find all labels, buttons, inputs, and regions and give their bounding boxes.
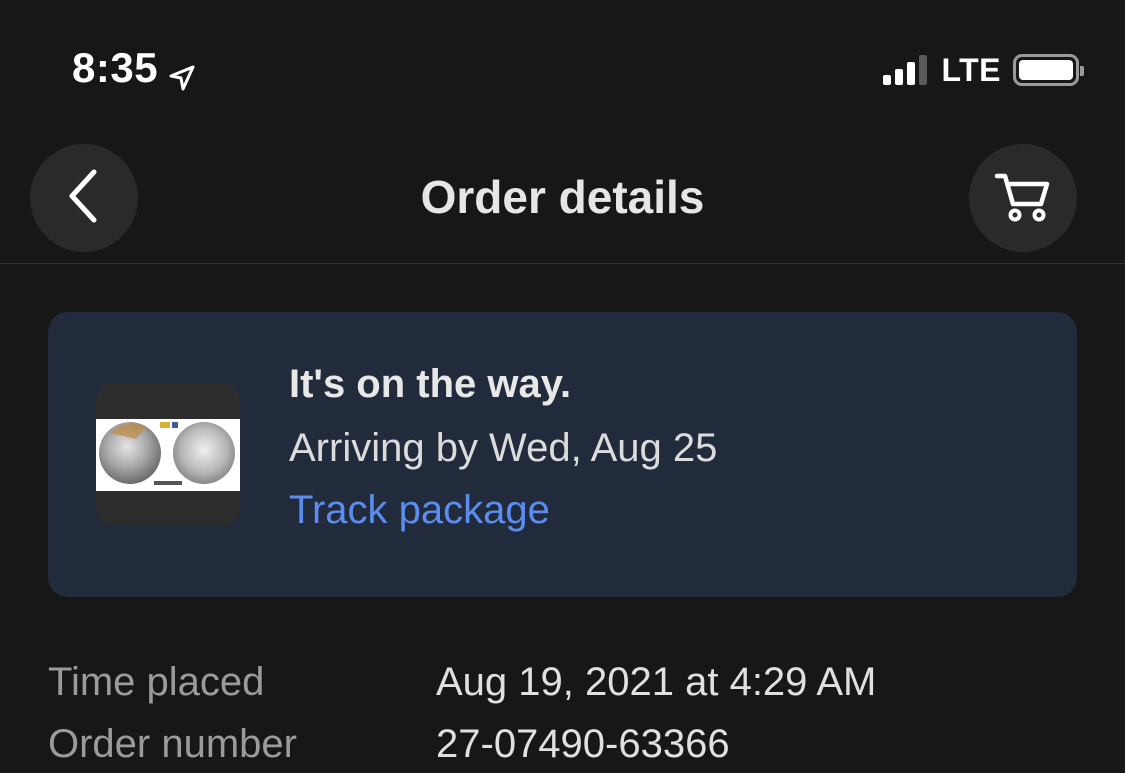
nav-bar: Order details: [0, 130, 1125, 264]
battery-icon: [1013, 54, 1084, 86]
shipment-card[interactable]: It's on the way. Arriving by Wed, Aug 25…: [48, 312, 1077, 597]
info-label: Order number: [48, 722, 297, 766]
cart-icon: [993, 166, 1053, 231]
arrival-date: Arriving by Wed, Aug 25: [289, 426, 718, 470]
info-label: Time placed: [48, 660, 265, 704]
coin-image: [96, 419, 240, 491]
info-value: 27-07490-63366: [436, 722, 730, 766]
page-title: Order details: [420, 171, 705, 223]
cart-button[interactable]: [969, 144, 1077, 252]
track-package-link[interactable]: Track package: [289, 488, 550, 533]
status-time: 8:35: [72, 44, 196, 92]
status-bar: 8:35 LTE: [0, 0, 1125, 130]
signal-icon: [883, 55, 928, 85]
info-value: Aug 19, 2021 at 4:29 AM: [436, 660, 877, 704]
status-indicators: LTE: [883, 50, 1084, 90]
info-row-time-placed: Time placed Aug 19, 2021 at 4:29 AM: [48, 660, 1077, 722]
shipment-status-title: It's on the way.: [289, 362, 572, 406]
status-time-text: 8:35: [72, 44, 159, 91]
location-arrow-icon: [168, 54, 196, 91]
network-label: LTE: [941, 51, 1001, 88]
info-row-order-number: Order number 27-07490-63366: [48, 722, 1077, 773]
item-thumbnail[interactable]: [96, 383, 240, 526]
